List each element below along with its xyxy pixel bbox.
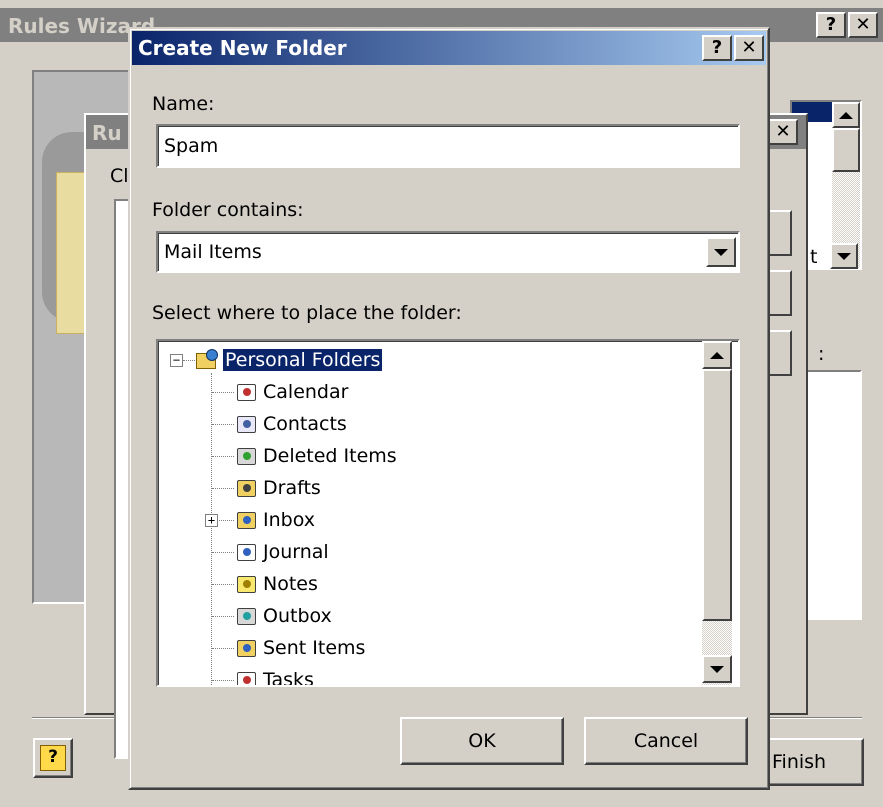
tree-scroll-thumb[interactable] [702, 369, 732, 621]
folder-tree[interactable]: − Personal Folders Calendar Contacts Delet… [156, 339, 740, 687]
folder-tree-content: − Personal Folders Calendar Contacts Delet… [158, 341, 704, 687]
tree-connector [212, 648, 234, 649]
create-new-folder-dialog: Create New Folder ? ✕ Name: Spam Folder … [128, 27, 770, 790]
tree-item-label: Drafts [263, 477, 321, 499]
inner-dialog-close-button[interactable]: ✕ [768, 119, 798, 145]
tree-connector [212, 616, 234, 617]
tree-item-tasks[interactable]: Tasks [234, 665, 314, 687]
inner-dialog-button-2[interactable] [768, 270, 792, 316]
tree-item-label: Calendar [263, 381, 349, 403]
ok-button[interactable]: OK [400, 717, 564, 765]
inner-dialog-label: Cl [110, 165, 129, 187]
inbox-icon-mark [243, 516, 251, 524]
folder-contains-label: Folder contains: [152, 199, 304, 221]
dialog-title: Create New Folder [138, 36, 347, 60]
tree-item-label: Inbox [263, 509, 315, 531]
rules-list-scroll-up[interactable] [832, 102, 860, 128]
tree-connector [212, 680, 234, 681]
tree-collapse-toggle[interactable]: − [170, 354, 183, 367]
rules-colon-label: : [818, 343, 825, 365]
outbox-icon [234, 605, 258, 627]
inbox-icon [234, 509, 258, 531]
cancel-button[interactable]: Cancel [584, 717, 748, 765]
tree-item-notes[interactable]: Notes [234, 569, 318, 599]
tree-item-label: Deleted Items [263, 445, 397, 467]
tree-item-label: Sent Items [263, 637, 366, 659]
calendar-icon [234, 381, 258, 403]
tree-item-sent-items[interactable]: Sent Items [234, 633, 365, 663]
tree-connector [212, 424, 234, 425]
tree-scroll-down-button[interactable] [702, 655, 732, 683]
notes-icon [234, 573, 258, 595]
folder-contains-value: Mail Items [164, 241, 262, 263]
name-input[interactable]: Spam [156, 124, 740, 168]
help-button[interactable]: ? [702, 35, 732, 61]
tree-connector [212, 392, 234, 393]
journal-icon [234, 541, 258, 563]
deleted-items-icon-mark [243, 452, 251, 460]
tree-item-contacts[interactable]: Contacts [234, 409, 347, 439]
name-label: Name: [152, 93, 215, 115]
arrow-down-icon [710, 665, 724, 673]
tree-connector [211, 373, 212, 685]
tree-item-label: Journal [263, 541, 329, 563]
inner-dialog-button-1[interactable] [768, 210, 792, 256]
tree-item-inbox[interactable]: Inbox [234, 505, 315, 535]
tree-connector [212, 456, 234, 457]
chevron-down-icon [714, 248, 728, 256]
tasks-icon-mark [243, 676, 251, 684]
tree-item-label: Contacts [263, 413, 347, 435]
wizard-help-button[interactable]: ? [33, 738, 73, 778]
tree-connector [212, 488, 234, 489]
inner-dialog-button-3[interactable] [768, 330, 792, 376]
rules-wizard-help-button[interactable]: ? [816, 12, 846, 38]
folder-tree-scrollbar[interactable] [702, 341, 732, 685]
calendar-icon-mark [243, 388, 251, 396]
tree-item-calendar[interactable]: Calendar [234, 377, 348, 407]
notes-icon-mark [243, 580, 251, 588]
personal-folders-icon-globe [206, 349, 218, 361]
tree-item-label: Outbox [263, 605, 332, 627]
finish-button[interactable]: Finish [764, 738, 864, 786]
tree-item-journal[interactable]: Journal [234, 537, 329, 567]
contacts-icon [234, 413, 258, 435]
tree-item-deleted-items[interactable]: Deleted Items [234, 441, 397, 471]
tree-item-outbox[interactable]: Outbox [234, 601, 332, 631]
deleted-items-icon [234, 445, 258, 467]
tree-scroll-up-button[interactable] [702, 341, 732, 369]
drafts-icon [234, 477, 258, 499]
tasks-icon [234, 669, 258, 685]
rules-list-scroll-thumb[interactable] [832, 128, 860, 172]
tree-item-drafts[interactable]: Drafts [234, 473, 321, 503]
tree-expand-toggle[interactable]: + [205, 514, 218, 527]
journal-icon-mark [243, 548, 251, 556]
arrow-up-icon [710, 351, 724, 359]
drafts-icon-mark [243, 484, 251, 492]
folder-contains-select[interactable]: Mail Items [156, 231, 740, 273]
inner-dialog-title: Ru [92, 121, 122, 145]
tree-item-personal-folders[interactable]: Personal Folders [194, 345, 383, 375]
sent-items-icon [234, 637, 258, 659]
tree-connector [212, 552, 234, 553]
contacts-icon-mark [243, 420, 251, 428]
tree-connector [212, 584, 234, 585]
place-folder-label: Select where to place the folder: [152, 302, 462, 324]
tree-item-label: Personal Folders [223, 349, 383, 371]
tree-item-label: Tasks [263, 669, 314, 687]
name-input-value: Spam [164, 135, 219, 157]
help-book-icon: ? [40, 745, 66, 771]
rules-dropdown-fragment: t [810, 246, 818, 268]
folder-contains-dropdown-button[interactable] [706, 237, 736, 267]
rules-wizard-close-button[interactable]: ✕ [848, 12, 878, 38]
outbox-icon-mark [243, 612, 251, 620]
personal-folders-icon [194, 349, 218, 371]
close-button[interactable]: ✕ [734, 35, 764, 61]
sent-items-icon-mark [243, 644, 251, 652]
create-folder-titlebar: Create New Folder [132, 31, 766, 65]
tree-item-label: Notes [263, 573, 318, 595]
rules-dropdown-button[interactable] [830, 243, 858, 269]
